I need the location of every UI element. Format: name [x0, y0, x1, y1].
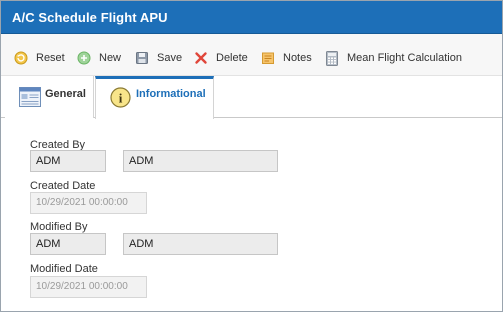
tab-general[interactable]: General: [5, 76, 94, 118]
new-icon: [76, 50, 92, 66]
created-date-label: Created Date: [30, 180, 96, 192]
reset-label: Reset: [36, 52, 65, 64]
window-title: A/C Schedule Flight APU: [12, 10, 168, 25]
general-form-icon: [19, 87, 41, 110]
calculator-icon: [324, 50, 340, 66]
mean-flight-calculation-label: Mean Flight Calculation: [347, 52, 462, 64]
mean-flight-calculation-button[interactable]: Mean Flight Calculation: [324, 49, 462, 67]
new-button[interactable]: New: [76, 49, 121, 67]
created-by-name-field[interactable]: ADM: [123, 150, 278, 172]
save-button[interactable]: Save: [134, 49, 182, 67]
delete-icon: [193, 50, 209, 66]
notes-icon: [260, 50, 276, 66]
svg-text:i: i: [119, 91, 123, 106]
modified-by-code-field[interactable]: ADM: [30, 233, 106, 255]
modified-date-field[interactable]: 10/29/2021 00:00:00: [30, 276, 147, 298]
schedule-flight-apu-window: A/C Schedule Flight APU Reset New Save D…: [0, 0, 503, 312]
notes-button[interactable]: Notes: [260, 49, 312, 67]
reset-button[interactable]: Reset: [13, 49, 65, 67]
reset-icon: [13, 50, 29, 66]
info-icon: i: [110, 87, 131, 111]
tab-informational-label: Informational: [136, 88, 206, 100]
informational-form: Created By ADM ADM Created Date 10/29/20…: [1, 119, 502, 311]
modified-by-name-field[interactable]: ADM: [123, 233, 278, 255]
save-label: Save: [157, 52, 183, 64]
save-icon: [134, 50, 150, 66]
delete-label: Delete: [216, 52, 248, 64]
created-date-field[interactable]: 10/29/2021 00:00:00: [30, 192, 147, 214]
tab-general-label: General: [45, 88, 86, 100]
notes-label: Notes: [283, 52, 312, 64]
tab-informational[interactable]: i Informational: [95, 76, 214, 119]
created-by-code-field[interactable]: ADM: [30, 150, 106, 172]
tab-strip: General i Informational: [1, 76, 502, 119]
delete-button[interactable]: Delete: [193, 49, 248, 67]
title-bar: A/C Schedule Flight APU: [1, 1, 502, 34]
new-label: New: [99, 52, 122, 64]
toolbar: Reset New Save Delete Notes Mean Flight …: [1, 34, 502, 76]
modified-by-label: Modified By: [30, 221, 88, 233]
modified-date-label: Modified Date: [30, 263, 98, 275]
